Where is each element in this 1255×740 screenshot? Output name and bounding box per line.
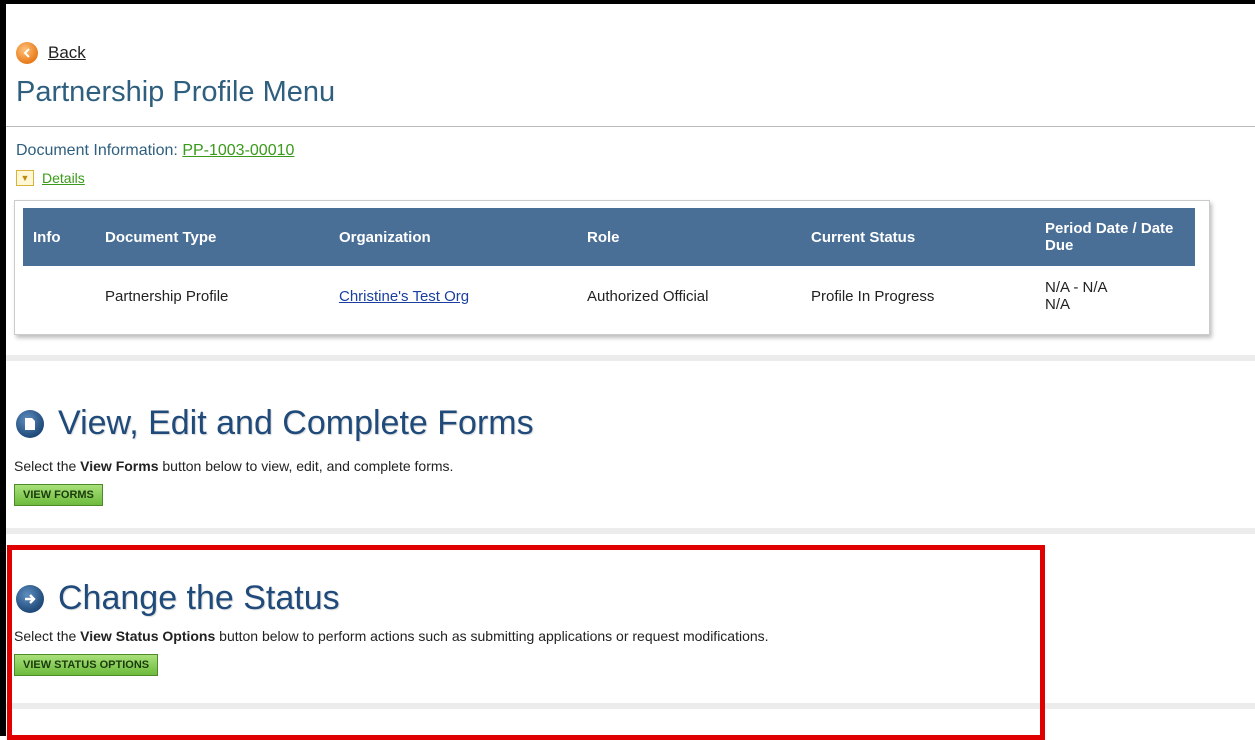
period-date-value: N/A - N/A — [1045, 279, 1108, 296]
back-arrow-icon[interactable] — [16, 42, 38, 64]
cell-current-status: Profile In Progress — [811, 287, 935, 305]
document-icon — [16, 409, 44, 438]
document-information: Document Information: PP-1003-00010 — [16, 142, 294, 160]
frame-left-border — [0, 0, 6, 736]
forms-section-title: View, Edit and Complete Forms — [16, 404, 534, 443]
forms-section-description: Select the View Forms button below to vi… — [14, 458, 453, 474]
header-document-type: Document Type — [95, 208, 329, 266]
section-separator — [6, 528, 1255, 534]
cell-document-type: Partnership Profile — [105, 287, 229, 305]
header-period-date: Period Date / Date Due — [1035, 208, 1195, 266]
header-role: Role — [577, 208, 801, 266]
forms-desc-suffix: button below to view, edit, and complete… — [158, 458, 454, 474]
back-link[interactable]: Back — [48, 43, 86, 63]
frame-top-border — [0, 0, 1255, 4]
cell-period-date: N/A - N/A N/A — [1035, 266, 1195, 326]
date-due-value: N/A — [1045, 296, 1071, 313]
organization-link[interactable]: Christine's Test Org — [339, 288, 469, 305]
document-information-label: Document Information: — [16, 142, 178, 159]
forms-section-heading: View, Edit and Complete Forms — [58, 404, 534, 442]
title-divider — [6, 126, 1255, 127]
highlight-box — [7, 545, 1045, 740]
details-link[interactable]: Details — [42, 170, 85, 186]
header-current-status: Current Status — [801, 208, 1035, 266]
forms-desc-bold: View Forms — [80, 458, 159, 474]
document-table: Info Document Type Organization Role Cur… — [23, 208, 1195, 326]
header-info: Info — [23, 208, 95, 266]
forms-desc-prefix: Select the — [14, 458, 81, 474]
cell-role: Authorized Official — [587, 287, 709, 305]
cell-organization: Christine's Test Org — [329, 266, 577, 326]
header-organization: Organization — [329, 208, 577, 266]
table-header-row: Info Document Type Organization Role Cur… — [23, 208, 1195, 266]
view-forms-button[interactable]: VIEW FORMS — [14, 484, 103, 506]
chevron-down-icon[interactable]: ▼ — [16, 170, 34, 186]
page-title: Partnership Profile Menu — [16, 76, 336, 108]
section-separator — [6, 355, 1255, 361]
table-row: Partnership Profile Christine's Test Org… — [23, 266, 1195, 326]
document-table-panel: Info Document Type Organization Role Cur… — [14, 200, 1210, 335]
cell-info — [23, 266, 95, 326]
document-id-link[interactable]: PP-1003-00010 — [182, 142, 294, 159]
back-row: Back — [16, 40, 86, 66]
details-toggle-row[interactable]: ▼ Details — [16, 170, 85, 186]
